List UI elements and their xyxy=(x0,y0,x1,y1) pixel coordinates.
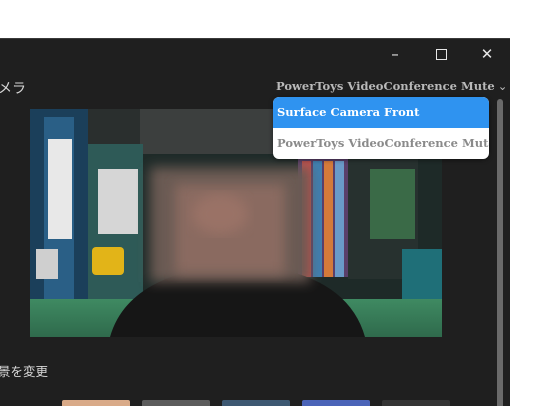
camera-section-title: メラ xyxy=(0,81,26,97)
background-thumbnail-3[interactable] xyxy=(222,400,290,406)
background-thumbnails xyxy=(0,400,494,406)
minimize-button[interactable]: – xyxy=(372,39,418,69)
dropdown-option-surface-camera-front[interactable]: Surface Camera Front xyxy=(273,97,489,128)
camera-select-value: PowerToys VideoConference Mute xyxy=(276,79,495,93)
maximize-button[interactable] xyxy=(418,39,464,69)
background-section-label: 景を変更 xyxy=(0,364,49,379)
background-thumbnail-1[interactable] xyxy=(62,400,130,406)
scrollbar-thumb[interactable] xyxy=(497,99,503,406)
chevron-down-icon: ⌄ xyxy=(497,79,508,93)
scrollbar[interactable] xyxy=(494,94,506,406)
dropdown-option-powertoys-mute[interactable]: PowerToys VideoConference Mute xyxy=(273,128,489,159)
camera-dropdown-menu: Surface Camera Front PowerToys VideoConf… xyxy=(273,97,489,159)
minimize-icon: – xyxy=(391,44,399,63)
maximize-icon xyxy=(435,48,447,60)
app-window: – ✕ メラ PowerToys VideoConference Mute⌄ xyxy=(0,38,510,406)
close-icon: ✕ xyxy=(480,44,494,63)
background-thumbnail-5[interactable] xyxy=(382,400,450,406)
title-bar: – ✕ xyxy=(0,39,510,69)
camera-select[interactable]: PowerToys VideoConference Mute ⌄ xyxy=(276,79,507,93)
background-thumbnail-4[interactable] xyxy=(302,400,370,406)
background-thumbnail-2[interactable] xyxy=(142,400,210,406)
close-button[interactable]: ✕ xyxy=(464,39,510,69)
